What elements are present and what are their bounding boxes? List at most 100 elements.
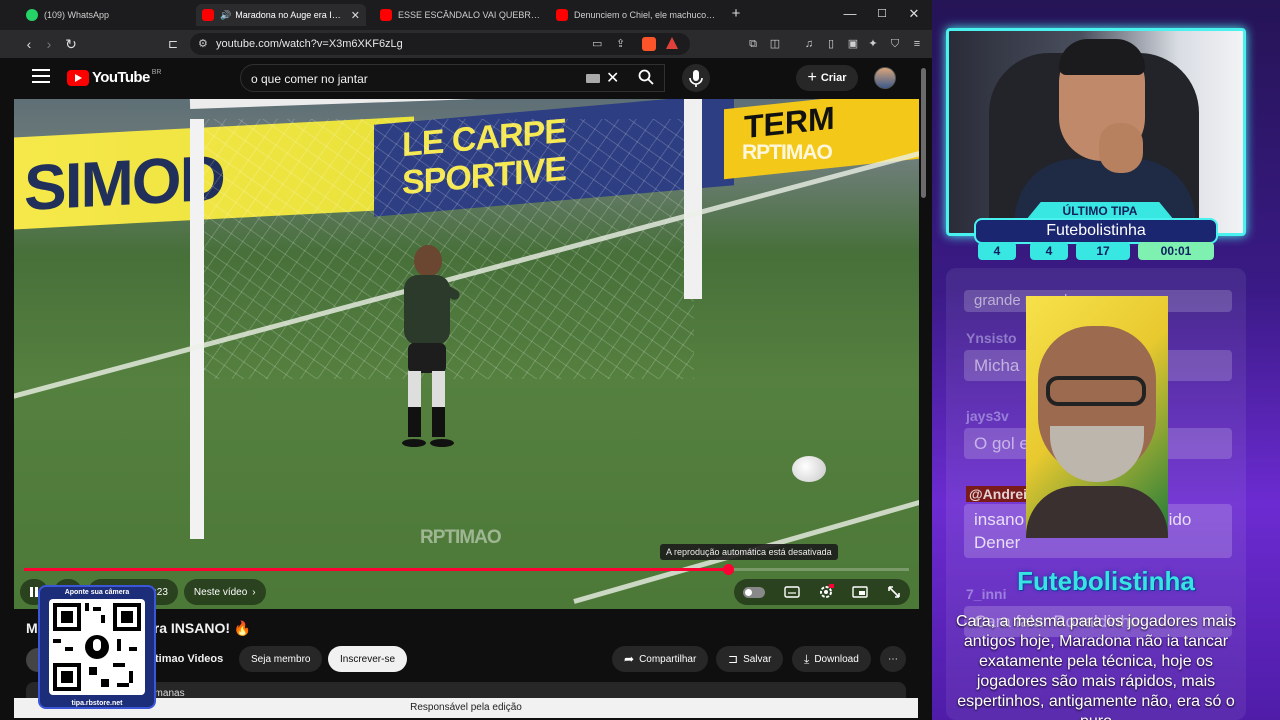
video-title: M era INSANO! 🔥 <box>26 620 906 642</box>
video-title-start: M <box>26 620 38 636</box>
download-icon: ⤓ <box>804 651 810 666</box>
qr-caption-bottom: tipa.rbstore.net <box>71 700 123 707</box>
progress-scrubber[interactable] <box>722 564 734 575</box>
miniplayer-icon[interactable] <box>852 586 869 598</box>
subtitles-icon[interactable] <box>783 586 800 598</box>
chat-username: jays3v <box>966 408 1009 424</box>
player-controls-right <box>734 579 910 605</box>
channel-watermark: RPTIMAO <box>742 141 833 164</box>
more-icon: ⋯ <box>888 653 898 665</box>
qr-donation-card: Aponte sua câmera tipa.rbstore.net <box>38 585 156 709</box>
video-title-end: era INSANO! 🔥 <box>146 620 252 636</box>
menu-icon[interactable]: ≡ <box>910 37 924 51</box>
tab-maradona[interactable]: 🔊 Maradona no Auge era INSANO! 🔥 ✕ <box>196 4 366 26</box>
rewards-icon[interactable] <box>666 37 678 49</box>
chapters-label: Neste vídeo <box>193 586 248 598</box>
download-button[interactable]: ⤓ Download <box>792 646 871 672</box>
chapters-button[interactable]: Neste vídeo › <box>183 579 266 605</box>
search-icon[interactable] <box>638 69 654 85</box>
site-info-icon[interactable]: ⚙ <box>198 37 208 50</box>
save-button[interactable]: ⊐ Salvar <box>716 646 784 672</box>
create-button[interactable]: + Criar <box>796 65 858 91</box>
subscribe-button[interactable]: Inscrever-se <box>328 646 408 672</box>
subscribe-label: Inscrever-se <box>340 653 396 665</box>
progress-fill <box>24 568 728 571</box>
banner-text: TERM <box>744 99 835 146</box>
tab-title: (109) WhatsApp <box>44 10 110 20</box>
minimize-button[interactable]: — <box>842 6 858 22</box>
extensions-icon[interactable]: ⧉ <box>746 37 760 51</box>
voice-search-button[interactable] <box>682 64 710 92</box>
tab-title: Denunciem o Chiel, ele machucou meus ser <box>574 10 716 20</box>
youtube-icon <box>202 9 214 21</box>
microphone-icon <box>689 70 703 87</box>
stat-timer: 00:01 <box>1138 242 1214 260</box>
youtube-header: YouTube BR o que comer no jantar ✕ + Cri… <box>14 58 918 98</box>
scrollbar-thumb[interactable] <box>921 68 926 198</box>
clear-search-icon[interactable]: ✕ <box>606 68 619 88</box>
last-tipper-name: Futebolistinha <box>974 218 1218 244</box>
chat-username: Ynsisto <box>966 330 1017 346</box>
settings-gear-icon[interactable] <box>818 584 834 600</box>
bookmark-icon[interactable]: ⊏ <box>164 35 182 53</box>
close-window-button[interactable]: ✕ <box>906 6 922 22</box>
save-label: Salvar <box>743 653 772 665</box>
youtube-logo[interactable]: YouTube BR <box>67 69 161 86</box>
address-bar-row: ‹ › ↻ ⊏ ⚙ youtube.com/watch?v=X3m6XKF6zL… <box>0 30 932 58</box>
maximize-button[interactable]: ☐ <box>874 6 890 22</box>
ai-icon[interactable]: ✦ <box>866 37 880 51</box>
back-button[interactable]: ‹ <box>20 35 38 53</box>
goalkeeper-figure <box>402 245 460 447</box>
hamburger-menu-icon[interactable] <box>32 69 50 83</box>
tab-title: Maradona no Auge era INSANO! 🔥 <box>235 9 345 20</box>
keyboard-icon[interactable] <box>586 74 600 83</box>
autoplay-tooltip: A reprodução automática está desativada <box>660 544 838 560</box>
brave-shield-icon[interactable] <box>642 37 656 51</box>
autoplay-toggle[interactable] <box>743 586 766 598</box>
qr-code-icon <box>49 599 145 695</box>
progress-bar[interactable] <box>24 564 909 575</box>
share-icon[interactable]: ⇪ <box>616 37 625 50</box>
reload-button[interactable]: ↻ <box>62 35 80 53</box>
share-button[interactable]: ➦ Compartilhar <box>612 646 709 672</box>
media-icon[interactable]: ♫ <box>802 37 816 51</box>
share-label: Compartilhar <box>639 653 697 665</box>
streamer-hair <box>1059 39 1145 75</box>
soccer-ball <box>792 456 826 482</box>
channel-name[interactable]: timao Videos <box>155 653 223 665</box>
goal-post <box>190 119 204 539</box>
cast-icon[interactable]: ▭ <box>592 37 602 50</box>
youtube-icon <box>556 9 568 21</box>
more-actions-button[interactable]: ⋯ <box>880 646 906 672</box>
video-player[interactable]: SIMOD LE CARPE SPORTIVE TERM RPTIMAO RPT… <box>14 99 919 609</box>
tab-escandalo[interactable]: ESSE ESCÂNDALO VAI QUEBRAR O BRASIL E <box>374 4 546 26</box>
bookmark-save-icon: ⊐ <box>728 652 739 666</box>
url-text: youtube.com/watch?v=X3m6XKF6zLg <box>216 38 403 50</box>
vpn-icon[interactable]: ⛉ <box>888 37 902 51</box>
portrait-shirt <box>1026 486 1168 538</box>
youtube-play-icon <box>67 69 89 86</box>
new-tab-button[interactable]: + <box>728 6 744 22</box>
create-label: Criar <box>820 72 847 84</box>
screenshot-icon[interactable]: ◫ <box>768 37 782 51</box>
chevron-right-icon: › <box>252 586 256 598</box>
channel-row: timao Videos Seja membro Inscrever-se ➦ … <box>26 646 906 674</box>
wallet-icon[interactable]: ▣ <box>846 37 860 51</box>
reading-icon[interactable]: ▯ <box>824 37 838 51</box>
url-field[interactable]: ⚙ youtube.com/watch?v=X3m6XKF6zLg ▭ ⇪ <box>190 33 690 55</box>
close-tab-icon[interactable]: ✕ <box>351 9 360 22</box>
tts-message: Cara, a mesma para os jogadores mais ant… <box>955 613 1237 720</box>
forward-button[interactable]: › <box>40 35 58 53</box>
tipper-portrait <box>1026 296 1168 538</box>
fullscreen-icon[interactable] <box>887 585 901 599</box>
tab-whatsapp[interactable]: (109) WhatsApp <box>20 4 190 26</box>
qr-caption-top: Aponte sua câmera <box>64 589 130 596</box>
join-button[interactable]: Seja membro <box>239 646 323 672</box>
tts-username: Futebolistinha <box>1017 566 1195 596</box>
tab-chiel[interactable]: Denunciem o Chiel, ele machucou meus ser <box>550 4 722 26</box>
search-input[interactable]: o que comer no jantar ✕ <box>240 64 665 92</box>
glasses-icon <box>1046 376 1146 406</box>
channel-watermark: RPTIMAO <box>420 527 502 548</box>
youtube-wordmark: YouTube <box>92 69 150 86</box>
account-avatar[interactable] <box>874 67 896 89</box>
